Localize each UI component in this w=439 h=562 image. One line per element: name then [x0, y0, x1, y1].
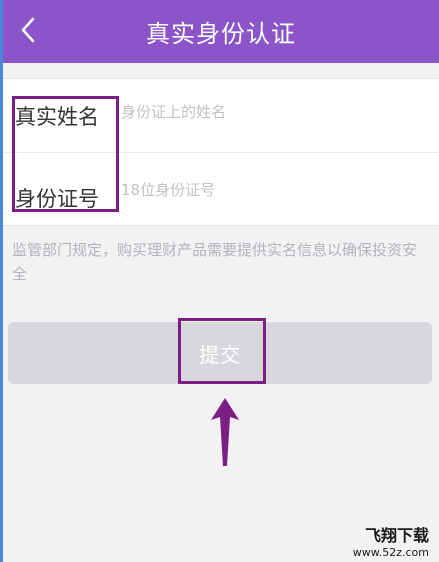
identity-form: 真实姓名 身份证号 [3, 78, 439, 226]
page-title: 真实身份认证 [146, 20, 296, 48]
submit-button[interactable]: 提交 [8, 322, 432, 384]
annotation-arrow-up-icon [211, 398, 239, 466]
watermark-url: www.52z.com [352, 546, 429, 559]
name-input[interactable] [121, 97, 421, 127]
site-watermark: 飞翔下载 www.52z.com [339, 522, 429, 559]
id-number-label: 身份证号 [15, 187, 99, 211]
id-number-input[interactable] [121, 175, 421, 205]
watermark-title: 飞翔下载 [364, 526, 429, 545]
app-header: 真实身份认证 [3, 0, 439, 63]
back-button[interactable] [11, 12, 45, 48]
name-row: 真实姓名 [3, 79, 439, 153]
id-number-row: 身份证号 [3, 153, 439, 227]
name-label: 真实姓名 [15, 105, 99, 129]
regulation-notice: 监管部门规定，购买理财产品需要提供实名信息以确保投资安全 [12, 241, 418, 283]
chevron-left-icon [21, 17, 35, 43]
submit-label: 提交 [199, 344, 241, 367]
